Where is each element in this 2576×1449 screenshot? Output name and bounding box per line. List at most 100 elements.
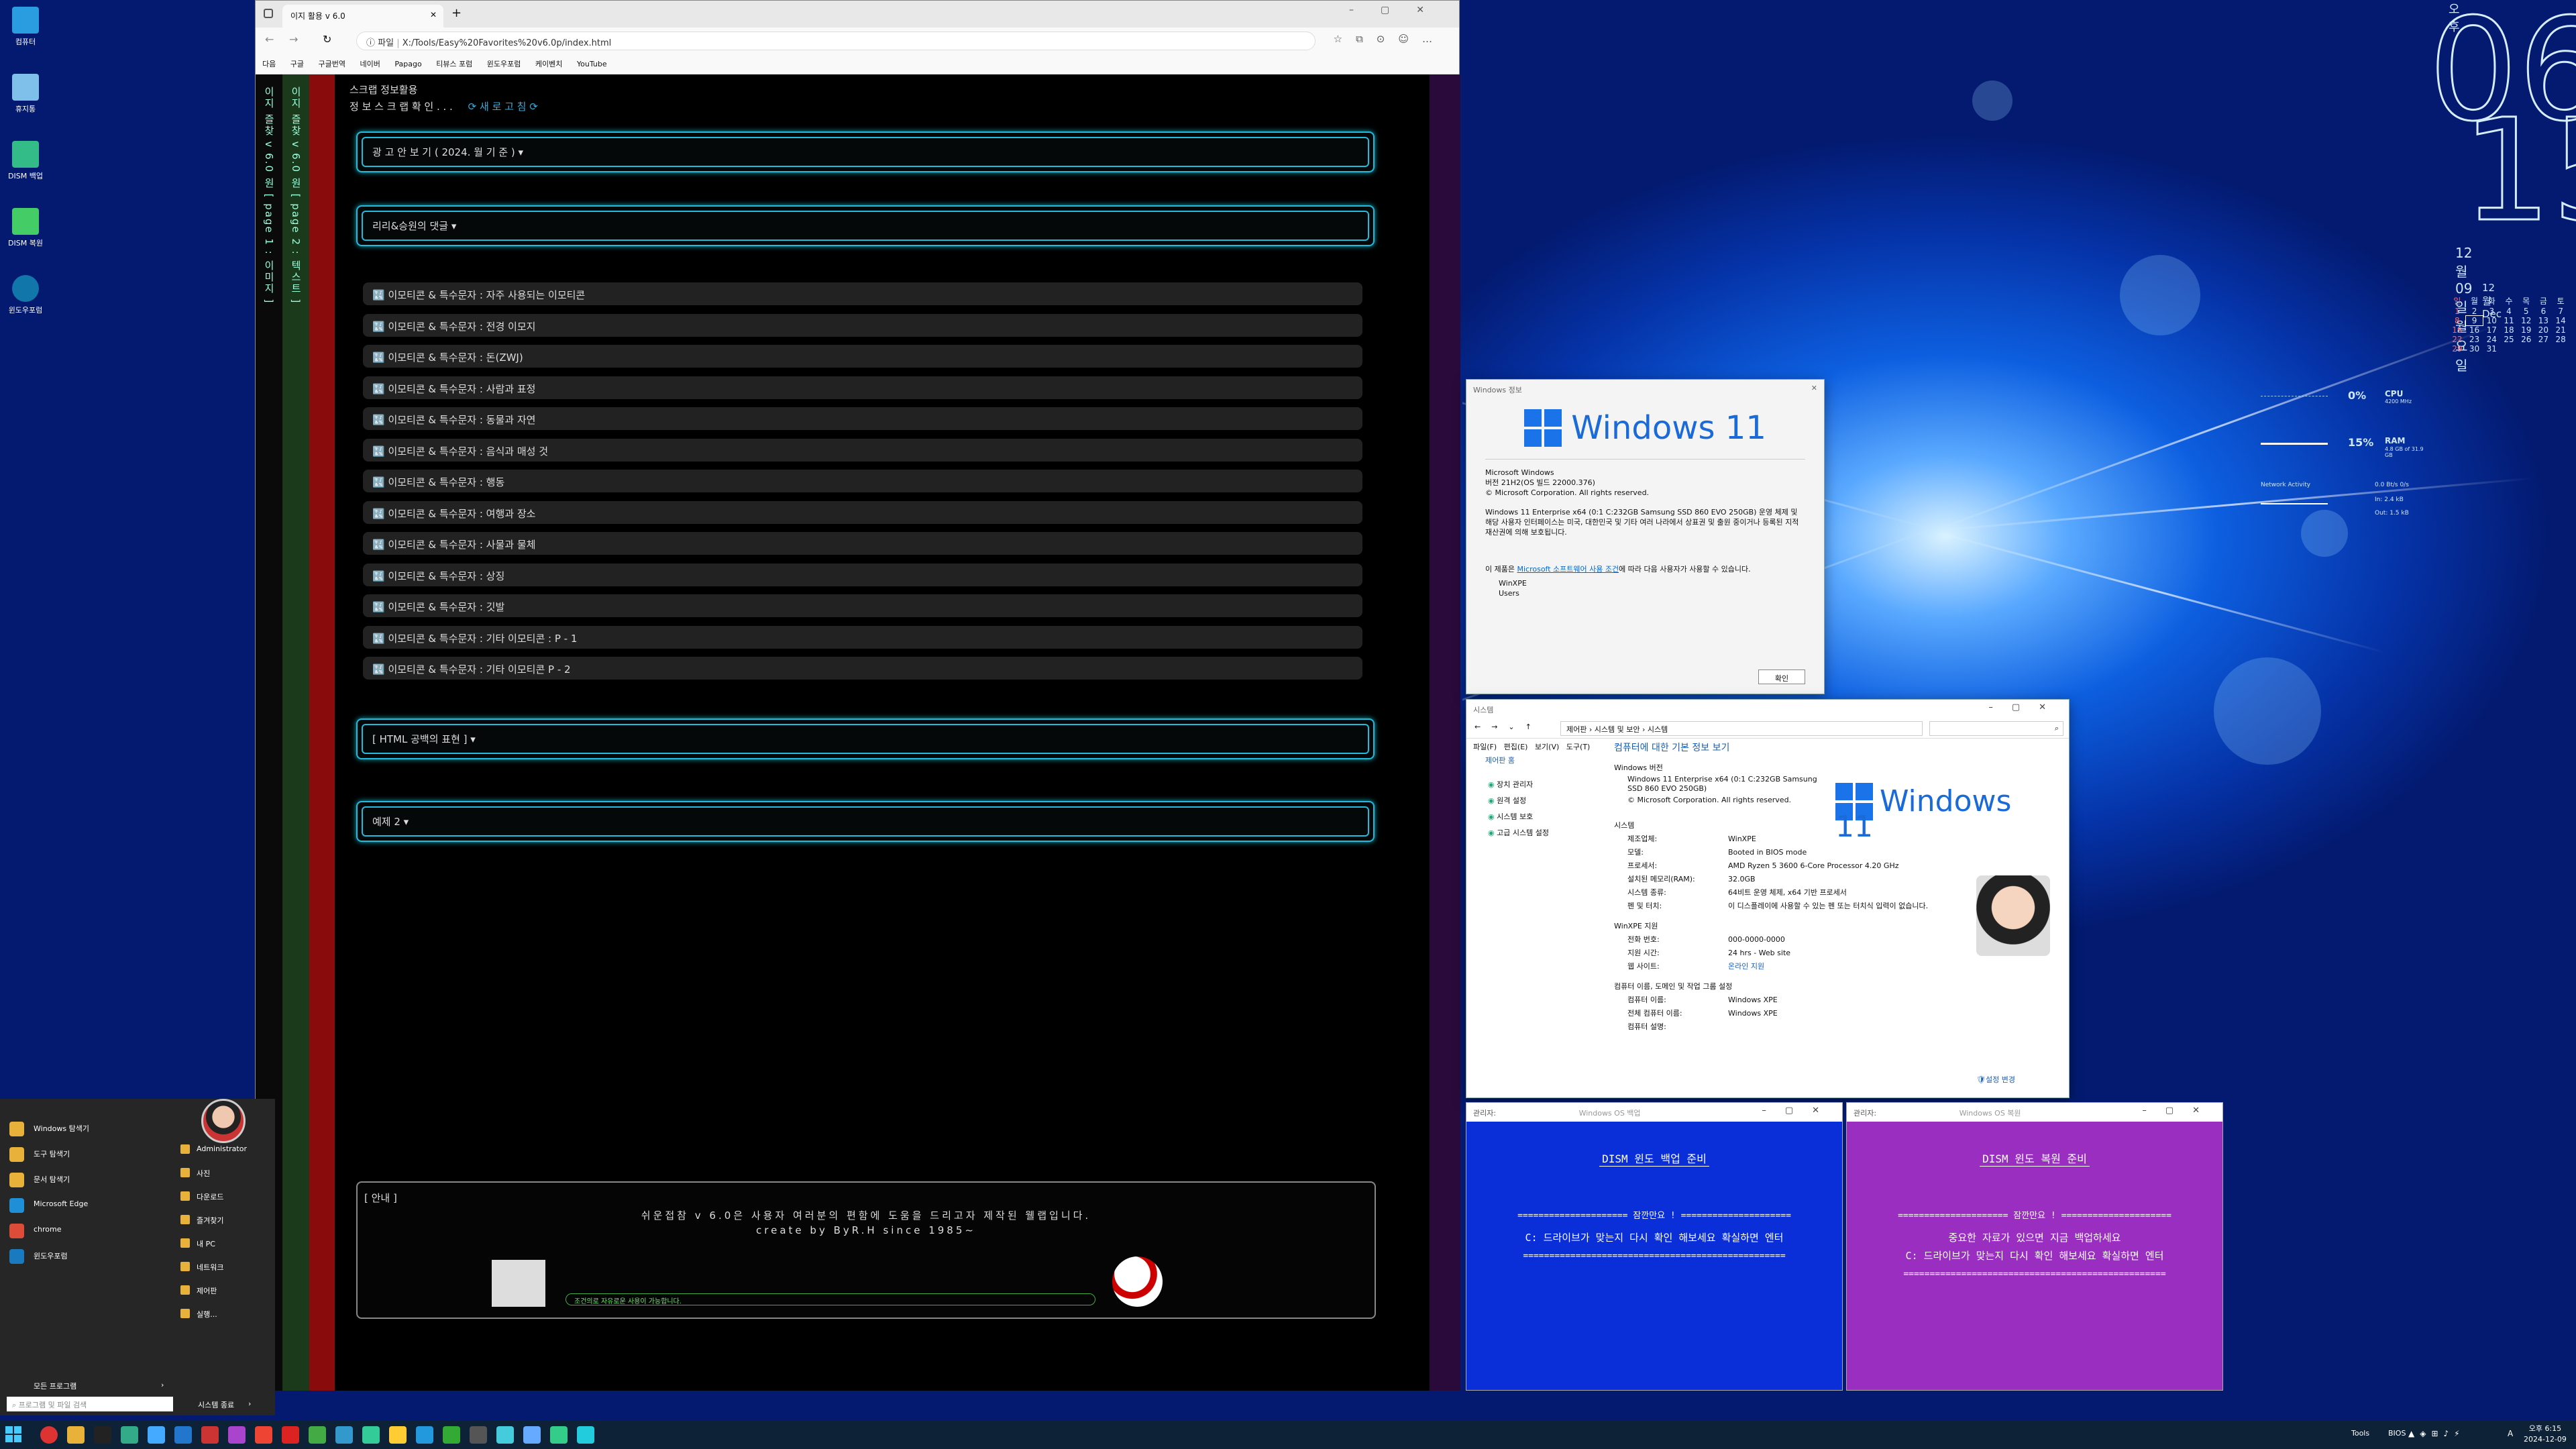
desktop-icon-winforum[interactable]: 윈도우포럼 <box>5 275 46 315</box>
dropdown-html-space[interactable]: [ HTML 공백의 표현 ] ▾ <box>356 718 1375 759</box>
fav-naver[interactable]: 네이버 <box>360 60 380 68</box>
fav-translate[interactable]: 구글번역 <box>319 60 345 68</box>
emoji-list-item[interactable]: 🔣 이모티콘 & 특수문자 : 돈(ZWJ) <box>363 345 1362 368</box>
desktop-icon-recycle[interactable]: 휴지통 <box>5 74 46 114</box>
language-indicator[interactable]: A <box>2508 1429 2513 1438</box>
taskbar-app-icon[interactable] <box>94 1426 111 1444</box>
menu-view[interactable]: 보기(V) <box>1535 743 1559 751</box>
start-right-item[interactable]: 실행... <box>178 1303 217 1324</box>
taskbar-app-icon[interactable] <box>40 1426 58 1444</box>
start-right-item[interactable]: 다운로드 <box>178 1186 223 1206</box>
sidebar-link[interactable]: ◉ 장치 관리자 <box>1485 779 1592 790</box>
window-controls[interactable]: –▢✕ <box>1988 702 2065 712</box>
url-field[interactable]: ⓘ 파일 | X:/Tools/Easy%20Favorites%20v6.0p… <box>356 32 1316 50</box>
taskbar-app-icon[interactable] <box>577 1426 594 1444</box>
taskbar-clock[interactable]: 오후 6:15 2024-12-09 <box>2524 1424 2567 1445</box>
dropdown-example2[interactable]: 예제 2 ▾ <box>356 801 1375 842</box>
start-item[interactable]: chrome <box>0 1221 62 1240</box>
taskbar-app-icon[interactable] <box>255 1426 272 1444</box>
back-icon[interactable]: ← <box>265 33 274 46</box>
menu-edit[interactable]: 편집(E) <box>1504 743 1528 751</box>
start-item[interactable]: 윈도우포럼 <box>0 1246 68 1265</box>
sidebar-link[interactable]: ◉ 원격 설정 <box>1485 795 1592 806</box>
refresh-icon[interactable]: ↻ <box>323 33 331 46</box>
tab-actions-icon[interactable] <box>264 9 273 18</box>
emoji-list-item[interactable]: 🔣 이모티콘 & 특수문자 : 기타 이모티콘 P - 2 <box>363 657 1362 680</box>
emoji-list-item[interactable]: 🔣 이모티콘 & 특수문자 : 전경 이모지 <box>363 313 1362 337</box>
window-controls[interactable]: –▢✕ <box>2142 1106 2218 1116</box>
fav-youtube[interactable]: YouTube <box>577 60 607 68</box>
all-programs-button[interactable]: 모든 프로그램 <box>34 1381 76 1391</box>
taskbar-app-icon[interactable] <box>550 1426 568 1444</box>
start-right-item[interactable]: 네트워크 <box>178 1256 223 1277</box>
emoji-list-item[interactable]: 🔣 이모티콘 & 특수문자 : 사물과 물체 <box>363 532 1362 555</box>
fav-google[interactable]: 구글 <box>290 60 304 68</box>
close-tab-icon[interactable]: ✕ <box>430 10 437 19</box>
taskbar-app-icon[interactable] <box>282 1426 299 1444</box>
change-settings-link[interactable]: 🛡설정 변경 <box>1976 1073 2015 1087</box>
window-controls[interactable]: –▢✕ <box>1762 1106 1838 1116</box>
emoji-list-item[interactable]: 🔣 이모티콘 & 특수문자 : 기타 이모티콘 : P - 1 <box>363 625 1362 649</box>
breadcrumb[interactable]: 제어판 › 시스템 및 보안 › 시스템 <box>1560 721 1923 736</box>
emoji-list-item[interactable]: 🔣 이모티콘 & 특수문자 : 행동 <box>363 470 1362 492</box>
emoji-list-item[interactable]: 🔣 이모티콘 & 특수문자 : 자주 사용되는 이모티콘 <box>363 282 1362 305</box>
new-tab-icon[interactable]: + <box>451 6 462 20</box>
fav-daum[interactable]: 다음 <box>262 60 276 68</box>
taskbar-app-icon[interactable] <box>389 1426 407 1444</box>
menu-tools[interactable]: 도구(T) <box>1566 743 1591 751</box>
start-item[interactable]: 문서 탐색기 <box>0 1170 70 1189</box>
taskbar-app-icon[interactable] <box>174 1426 192 1444</box>
taskbar-app-icon[interactable] <box>496 1426 514 1444</box>
start-button[interactable] <box>5 1426 23 1444</box>
emoji-list-item[interactable]: 🔣 이모티콘 & 특수문자 : 동물과 자연 <box>363 407 1362 430</box>
tools-toolbar[interactable]: Tools <box>2351 1429 2369 1438</box>
sidebar-link[interactable]: ◉ 고급 시스템 설정 <box>1485 827 1592 838</box>
taskbar-app-icon[interactable] <box>201 1426 219 1444</box>
control-panel-home-link[interactable]: 제어판 홈 <box>1485 755 1592 765</box>
emoji-list-item[interactable]: 🔣 이모티콘 & 특수문자 : 사람과 표정 <box>363 376 1362 399</box>
taskbar-app-icon[interactable] <box>121 1426 138 1444</box>
emoji-list-item[interactable]: 🔣 이모티콘 & 특수문자 : 여행과 장소 <box>363 500 1362 524</box>
forward-icon[interactable]: → <box>289 33 298 46</box>
avatar[interactable] <box>201 1099 246 1143</box>
fav-tvus[interactable]: 티뷰스 포럼 <box>436 60 472 68</box>
taskbar-app-icon[interactable] <box>228 1426 246 1444</box>
start-item[interactable]: 도구 탐색기 <box>0 1144 70 1163</box>
start-item[interactable]: Microsoft Edge <box>0 1195 88 1214</box>
refresh-link[interactable]: ⟳ 새 로 고 침 ⟳ <box>468 101 538 113</box>
tray-icons[interactable]: ▲◈⊞♪⚡ <box>2408 1429 2465 1438</box>
dropdown-ads[interactable]: 광 고 안 보 기 ( 2024. 월 기 준 ) ▾ <box>356 131 1375 172</box>
desktop-icon-computer[interactable]: 컴퓨터 <box>5 7 46 47</box>
taskbar-app-icon[interactable] <box>335 1426 353 1444</box>
nav-arrows[interactable]: ←→⌄↑ <box>1474 722 1542 731</box>
taskbar-app-icon[interactable] <box>470 1426 487 1444</box>
start-right-item[interactable]: 즐겨찾기 <box>178 1210 223 1230</box>
browser-tab[interactable]: 이지 활용 v 6.0 ✕ <box>282 5 443 28</box>
close-icon[interactable]: ✕ <box>1811 384 1817 392</box>
license-link[interactable]: Microsoft 소프트웨어 사용 조건 <box>1517 565 1619 574</box>
start-right-item[interactable]: 내 PC <box>178 1233 215 1253</box>
taskbar-app-icon[interactable] <box>523 1426 541 1444</box>
taskbar-app-icon[interactable] <box>148 1426 165 1444</box>
start-right-item[interactable]: Administrator <box>178 1139 247 1159</box>
taskbar-app-icon[interactable] <box>443 1426 460 1444</box>
emoji-list-item[interactable]: 🔣 이모티콘 & 특수문자 : 음식과 매성 것 <box>363 438 1362 462</box>
program-search-input[interactable]: ⌕ 프로그램 및 파일 검색 <box>7 1397 173 1411</box>
taskbar-app-icon[interactable] <box>416 1426 433 1444</box>
shutdown-options-icon[interactable]: › <box>248 1399 251 1408</box>
menu-file[interactable]: 파일(F) <box>1473 743 1497 751</box>
emoji-list-item[interactable]: 🔣 이모티콘 & 특수문자 : 상징 <box>363 563 1362 586</box>
dropdown-comments[interactable]: 리리&승원의 댓글 ▾ <box>356 205 1375 246</box>
ok-button[interactable]: 확인 <box>1758 669 1805 684</box>
emoji-list-item[interactable]: 🔣 이모티콘 & 특수문자 : 깃발 <box>363 594 1362 617</box>
shutdown-button[interactable]: 시스템 종료 <box>198 1399 234 1410</box>
vertical-nav-2[interactable]: 이지 즐찾 v 6.0 원 [ page 2 : 텍스트 ] <box>282 74 309 1391</box>
page-scrollbar[interactable] <box>1430 74 1460 1391</box>
start-item[interactable]: Windows 탐색기 <box>0 1119 89 1138</box>
fav-kbench[interactable]: 케이벤치 <box>535 60 562 68</box>
search-input[interactable]: ⌕ <box>1929 721 2063 736</box>
taskbar-app-icon[interactable] <box>362 1426 380 1444</box>
fav-papago[interactable]: Papago <box>394 60 421 68</box>
start-right-item[interactable]: 사진 <box>178 1163 210 1183</box>
fav-winforum[interactable]: 윈도우포럼 <box>487 60 521 68</box>
